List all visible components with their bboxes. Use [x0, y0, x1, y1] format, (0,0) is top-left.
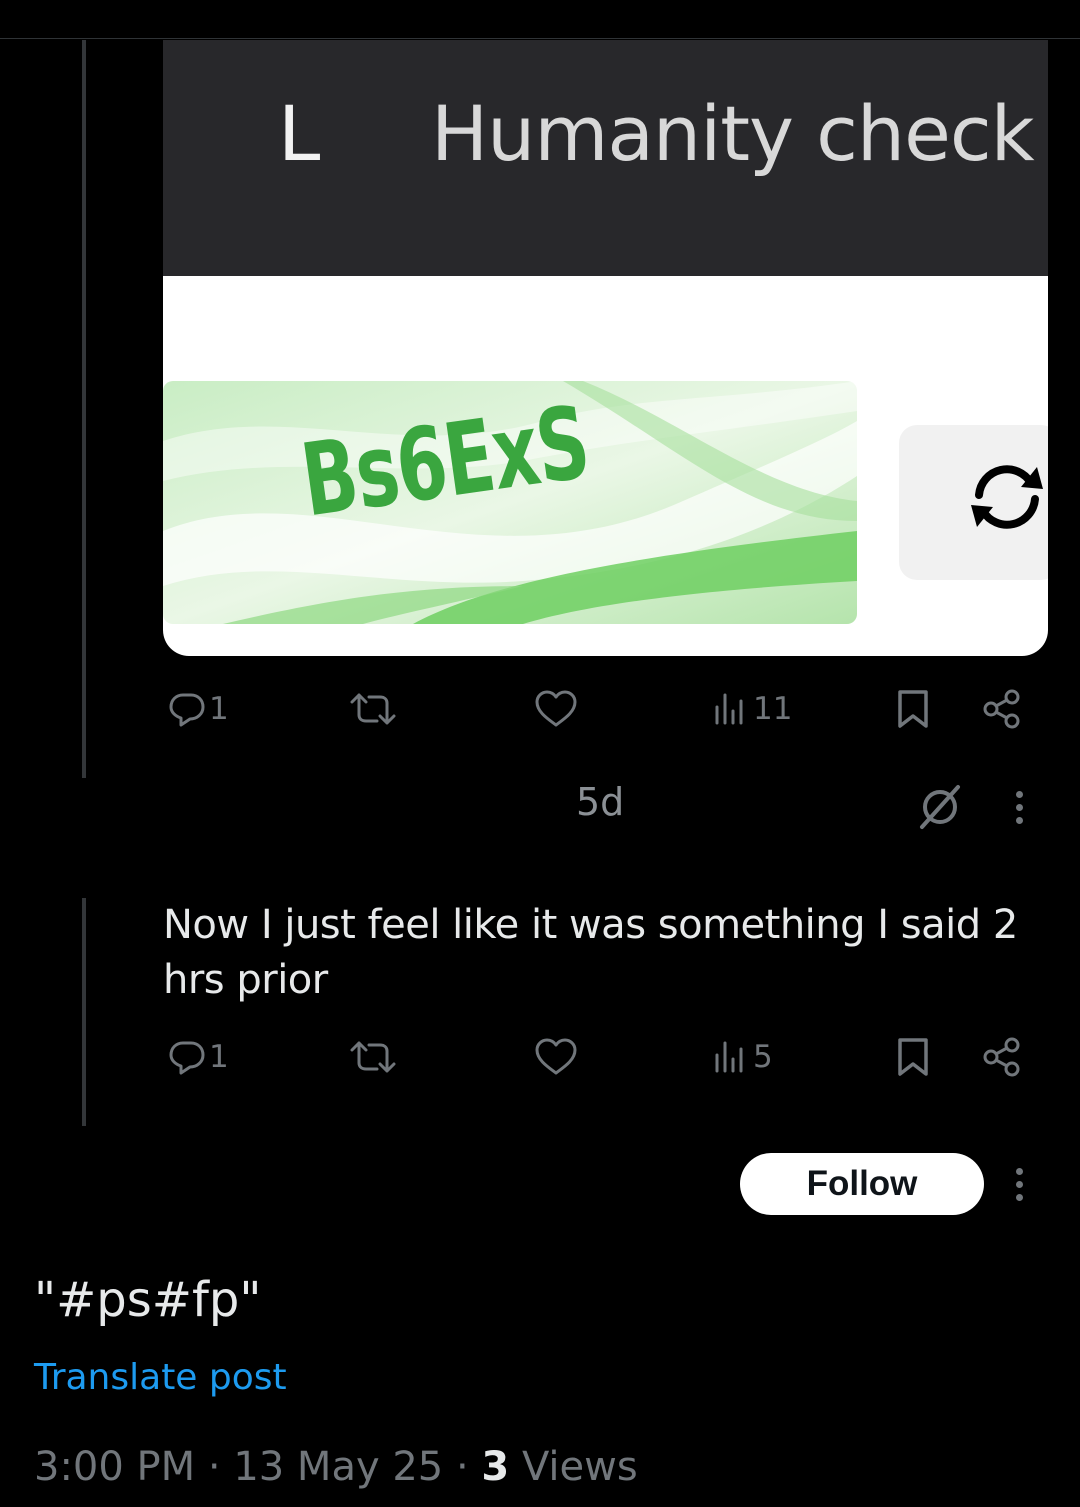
reply-text: Now I just feel like it was something I … — [163, 902, 1018, 1003]
views-count: 5 — [753, 1039, 773, 1075]
post-meta: 3:00 PM · 13 May 25 · 3 Views — [34, 1444, 638, 1490]
action-bar-second: 1 5 — [163, 1032, 1053, 1082]
views-icon — [715, 1041, 743, 1073]
views-button[interactable]: 5 — [711, 1032, 773, 1082]
views-icon — [715, 693, 743, 725]
share-icon — [983, 689, 1020, 729]
post-views-label: Views — [509, 1444, 638, 1490]
dialog-back-glyph: L — [278, 89, 321, 178]
share-button[interactable] — [981, 1032, 1023, 1082]
dialog-title: Humanity check — [431, 89, 1035, 178]
top-divider — [0, 38, 1080, 39]
thread-line-upper — [82, 40, 86, 778]
repost-button[interactable] — [349, 684, 399, 734]
share-button[interactable] — [981, 684, 1023, 734]
grok-icon[interactable] — [916, 783, 964, 836]
refresh-icon — [971, 465, 1043, 529]
reply-timestamp[interactable]: 5d — [576, 780, 624, 824]
captcha-image: Bs6ExS — [163, 381, 857, 624]
bookmark-button[interactable] — [895, 684, 931, 734]
share-icon — [983, 1037, 1020, 1077]
post-views-count: 3 — [481, 1444, 510, 1490]
translate-post-link[interactable]: Translate post — [34, 1357, 287, 1398]
reply-count: 1 — [209, 1039, 229, 1075]
reply-button[interactable]: 1 — [167, 684, 229, 734]
bookmark-button[interactable] — [895, 1032, 931, 1082]
post-timestamp[interactable]: 3:00 PM · 13 May 25 · — [34, 1444, 481, 1490]
bookmark-icon — [898, 690, 928, 728]
bookmark-icon — [898, 1038, 928, 1076]
more-options-icon[interactable] — [1016, 791, 1023, 830]
screen: L Humanity check Bs6ExS 1 11 5d Now I ju… — [0, 0, 1080, 1507]
reply-icon — [169, 1041, 205, 1075]
repost-icon — [350, 1041, 396, 1073]
post-media-image[interactable]: L Humanity check Bs6ExS — [163, 40, 1048, 656]
repost-button[interactable] — [349, 1032, 399, 1082]
action-bar-first: 1 11 — [163, 684, 1053, 734]
views-button[interactable]: 11 — [711, 684, 792, 734]
thread-line-lower — [82, 898, 86, 1126]
more-options-icon[interactable] — [1016, 1168, 1023, 1207]
post-text: "#ps#fp" — [34, 1272, 262, 1328]
follow-button[interactable]: Follow — [740, 1153, 984, 1215]
reply-button[interactable]: 1 — [167, 1032, 229, 1082]
repost-icon — [350, 693, 396, 725]
reply-count: 1 — [209, 691, 229, 727]
reply-icon — [169, 693, 205, 727]
heart-icon — [535, 690, 577, 727]
heart-icon — [535, 1038, 577, 1075]
captcha-refresh-button[interactable] — [899, 425, 1048, 580]
views-count: 11 — [753, 691, 793, 727]
like-button[interactable] — [534, 1032, 580, 1082]
dialog-header: L Humanity check — [163, 40, 1048, 276]
like-button[interactable] — [534, 684, 580, 734]
